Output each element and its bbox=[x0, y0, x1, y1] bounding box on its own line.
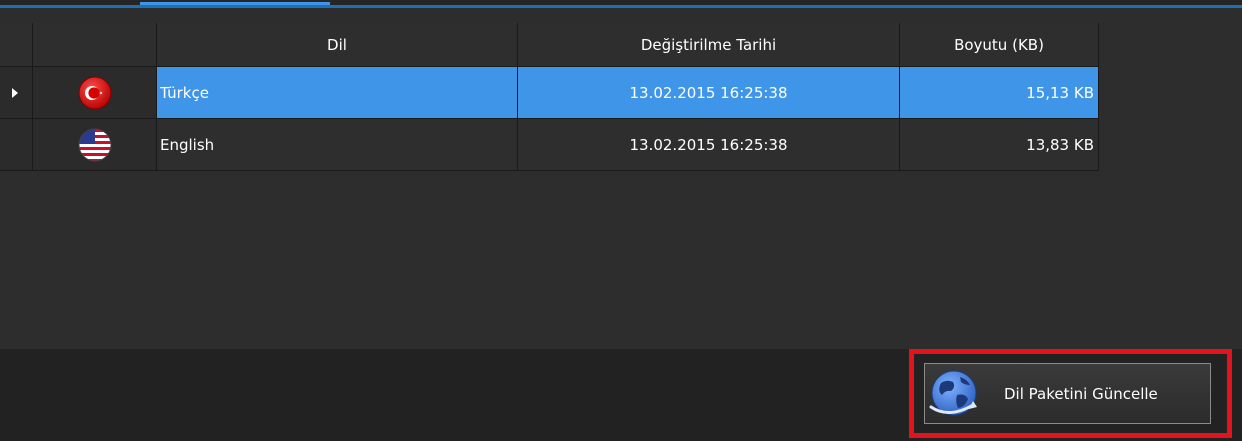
row-indicator bbox=[0, 67, 33, 119]
column-header-modified-date[interactable]: Değiştirilme Tarihi bbox=[518, 23, 900, 67]
globe-update-icon bbox=[929, 370, 977, 415]
turkey-flag-icon bbox=[78, 76, 111, 109]
flag-cell bbox=[33, 67, 157, 119]
update-language-pack-button[interactable]: Dil Paketini Güncelle bbox=[924, 363, 1211, 424]
usa-flag-icon bbox=[78, 128, 111, 161]
table-row-english[interactable]: English 13.02.2015 16:25:38 13,83 KB bbox=[0, 119, 1099, 171]
header-indicator-cell bbox=[0, 23, 33, 67]
header-flag-cell bbox=[33, 23, 157, 67]
modified-date: 13.02.2015 16:25:38 bbox=[518, 119, 900, 171]
language-name: English bbox=[157, 119, 518, 171]
language-name: Türkçe bbox=[157, 67, 518, 119]
language-pack-window: Dil Değiştirilme Tarihi Boyutu (KB) Türk… bbox=[0, 0, 1242, 441]
grid-header: Dil Değiştirilme Tarihi Boyutu (KB) bbox=[0, 23, 1099, 67]
update-button-label: Dil Paketini Güncelle bbox=[1004, 384, 1158, 403]
modified-date: 13.02.2015 16:25:38 bbox=[518, 67, 900, 119]
current-row-arrow-icon bbox=[12, 87, 18, 98]
language-grid[interactable]: Dil Değiştirilme Tarihi Boyutu (KB) Türk… bbox=[0, 8, 1242, 349]
file-size: 13,83 KB bbox=[900, 119, 1099, 171]
row-indicator bbox=[0, 119, 33, 171]
table-row-turkish[interactable]: Türkçe 13.02.2015 16:25:38 15,13 KB bbox=[0, 67, 1099, 119]
column-header-language[interactable]: Dil bbox=[157, 23, 518, 67]
file-size: 15,13 KB bbox=[900, 67, 1099, 119]
column-header-size[interactable]: Boyutu (KB) bbox=[900, 23, 1099, 67]
flag-cell bbox=[33, 119, 157, 171]
